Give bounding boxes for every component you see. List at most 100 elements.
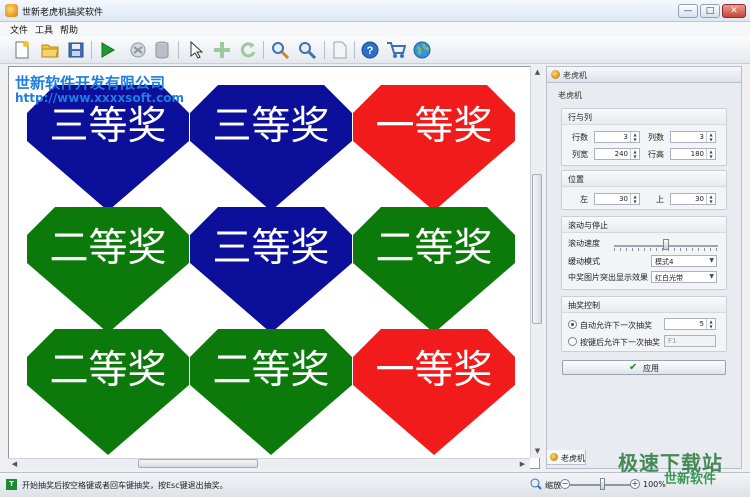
- new-file-icon[interactable]: [12, 40, 32, 60]
- cols-label: 列数: [648, 133, 664, 142]
- cols-stepper[interactable]: 3 ▲ ▼: [670, 131, 716, 143]
- menu-bar: 文件 工具 帮助: [0, 22, 750, 36]
- stepper-arrows-icon[interactable]: ▲ ▼: [706, 149, 715, 159]
- pointer-icon[interactable]: [186, 40, 206, 60]
- stepper-arrows-icon[interactable]: ▲ ▼: [706, 194, 715, 204]
- rows-label: 行数: [572, 133, 588, 142]
- easing-label: 缓动模式: [568, 257, 600, 266]
- apply-button[interactable]: ✔ 应用: [562, 360, 726, 375]
- toolbar-separator: [91, 41, 92, 59]
- key-next-field[interactable]: F1: [664, 335, 716, 347]
- menu-file[interactable]: 文件: [10, 23, 28, 36]
- top-stepper[interactable]: 30 ▲ ▼: [670, 193, 716, 205]
- speed-slider-thumb[interactable]: [663, 239, 669, 250]
- site-watermark-sub: 世新软件: [664, 472, 717, 487]
- refresh-icon[interactable]: [238, 40, 258, 60]
- scroll-right-icon[interactable]: ▶: [517, 459, 528, 470]
- scroll-stop-title: 滚动与停止: [568, 221, 608, 230]
- prize-tile: 一等奖: [353, 329, 515, 455]
- vertical-scroll-thumb[interactable]: [532, 174, 542, 324]
- auto-next-radio[interactable]: [568, 320, 577, 329]
- slot-machine-icon: [551, 70, 560, 79]
- open-folder-icon[interactable]: [40, 40, 60, 60]
- toolbar-separator: [324, 41, 325, 59]
- stepper-arrows-icon[interactable]: ▲ ▼: [706, 319, 715, 329]
- search-person-icon[interactable]: [270, 40, 290, 60]
- prize-label: 一等奖: [375, 104, 493, 149]
- toolbar-separator: [354, 41, 355, 59]
- save-icon[interactable]: [66, 40, 86, 60]
- col-width-label: 列宽: [572, 150, 588, 159]
- help-icon[interactable]: ?: [360, 40, 380, 60]
- highlight-label: 中奖图片突出显示效果: [568, 273, 648, 282]
- top-label: 上: [656, 195, 664, 204]
- document-icon[interactable]: [330, 40, 350, 60]
- status-text: 开始抽奖后按空格键或者回车键抽奖，按Esc键退出抽奖。: [22, 481, 228, 490]
- highlight-select[interactable]: 红白光带 ▼: [651, 271, 717, 283]
- menu-tools[interactable]: 工具: [35, 23, 53, 36]
- chevron-down-icon: ▼: [709, 273, 714, 280]
- maximize-button[interactable]: □: [700, 4, 720, 18]
- scroll-down-icon[interactable]: ▼: [532, 446, 543, 457]
- app-icon: [5, 4, 18, 17]
- panel-header-title: 老虎机: [563, 71, 587, 80]
- speed-label: 滚动速度: [568, 239, 600, 248]
- prize-tile: 三等奖: [190, 207, 352, 333]
- zoom-icon: [530, 478, 542, 490]
- slot-machine-icon: [550, 453, 558, 461]
- zoom-value: 100%: [643, 480, 666, 489]
- vertical-scrollbar[interactable]: ▲ ▼: [530, 66, 543, 458]
- rows-stepper[interactable]: 3 ▲ ▼: [594, 131, 640, 143]
- stepper-arrows-icon[interactable]: ▲ ▼: [630, 132, 639, 142]
- zoom-in-button[interactable]: +: [630, 479, 640, 489]
- prize-label: 二等奖: [49, 348, 167, 393]
- menu-help[interactable]: 帮助: [60, 23, 78, 36]
- left-label: 左: [580, 195, 588, 204]
- window-title: 世新老虎机抽奖软件: [22, 8, 104, 18]
- minimize-button[interactable]: —: [678, 4, 698, 18]
- zoom-slider-thumb[interactable]: [600, 478, 605, 490]
- auto-next-label: 自动允许下一次抽奖: [580, 321, 652, 330]
- position-title: 位置: [568, 175, 584, 184]
- zoom-label: 缩放: [545, 481, 561, 490]
- toolbar-separator: [178, 41, 179, 59]
- prize-tile: 二等奖: [27, 207, 189, 333]
- easing-select[interactable]: 模式4 ▼: [651, 255, 717, 267]
- key-next-label: 按键后允许下一次抽奖: [580, 338, 660, 347]
- slot-machine-canvas[interactable]: 世新软件开发有限公司 http://www.xxxxsoft.com 三等奖 三等…: [8, 66, 540, 469]
- scroll-up-icon[interactable]: ▲: [532, 67, 543, 78]
- toolbar-separator: [263, 41, 264, 59]
- prize-tile: 二等奖: [27, 329, 189, 455]
- toolbar: ?: [0, 36, 750, 64]
- control-title: 抽奖控制: [568, 301, 600, 310]
- prize-label: 二等奖: [375, 226, 493, 271]
- prize-label: 三等奖: [212, 104, 330, 149]
- stepper-arrows-icon[interactable]: ▲ ▼: [706, 132, 715, 142]
- database-icon[interactable]: [152, 40, 172, 60]
- cart-icon[interactable]: [386, 40, 406, 60]
- play-icon[interactable]: [97, 40, 117, 60]
- move-icon[interactable]: [212, 40, 232, 60]
- panel-header: 老虎机: [547, 67, 741, 83]
- auto-next-stepper[interactable]: 5 ▲ ▼: [664, 318, 716, 330]
- prize-tile: 二等奖: [353, 207, 515, 333]
- tab-slot-machine[interactable]: 老虎机: [546, 450, 586, 465]
- globe-icon[interactable]: [412, 40, 432, 60]
- title-bar: 世新老虎机抽奖软件 — □ ✕: [0, 0, 750, 22]
- prize-tile: 三等奖: [190, 85, 352, 211]
- key-next-radio[interactable]: [568, 337, 577, 346]
- left-stepper[interactable]: 30 ▲ ▼: [594, 193, 640, 205]
- row-height-stepper[interactable]: 180 ▲ ▼: [670, 148, 716, 160]
- col-width-stepper[interactable]: 240 ▲ ▼: [594, 148, 640, 160]
- lottery-icon[interactable]: [128, 40, 148, 60]
- horizontal-scroll-thumb[interactable]: [138, 459, 258, 468]
- horizontal-scrollbar[interactable]: ◀ ▶: [8, 458, 530, 469]
- close-button[interactable]: ✕: [722, 4, 746, 18]
- zoom-out-button[interactable]: −: [560, 479, 570, 489]
- prize-label: 三等奖: [212, 226, 330, 271]
- stepper-arrows-icon[interactable]: ▲ ▼: [630, 194, 639, 204]
- scroll-left-icon[interactable]: ◀: [9, 459, 20, 470]
- watermark-url: http://www.xxxxsoft.com: [15, 91, 184, 105]
- search-icon[interactable]: [297, 40, 317, 60]
- stepper-arrows-icon[interactable]: ▲ ▼: [630, 149, 639, 159]
